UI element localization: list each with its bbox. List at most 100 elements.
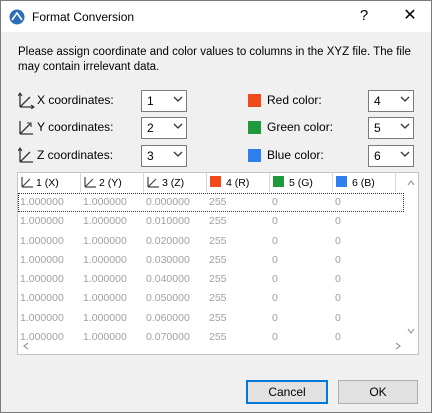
- green-color-label: Green color:: [267, 120, 334, 134]
- table-row[interactable]: 1.000000 1.000000 0.060000 255 0 0: [18, 309, 404, 328]
- horizontal-scrollbar[interactable]: [18, 339, 418, 354]
- table-cell: 1.000000: [20, 273, 64, 286]
- blue-color-label: Blue color:: [267, 148, 324, 162]
- y-coordinate-row: Y coordinates: 2: [18, 117, 188, 139]
- z-coordinate-value: 3: [147, 149, 154, 163]
- table-row[interactable]: 1.000000 1.000000 0.040000 255 0 0: [18, 270, 404, 289]
- x-coordinate-row: X coordinates: 1: [18, 90, 188, 112]
- blue-color-select[interactable]: 6: [368, 145, 414, 167]
- blue-swatch: [336, 176, 347, 187]
- column-header-x[interactable]: 1 (X): [18, 173, 81, 192]
- table-cell: 0: [335, 292, 341, 305]
- table-cell: 255: [209, 196, 227, 208]
- column-header-y[interactable]: 2 (Y): [81, 173, 144, 192]
- table-cell: 255: [209, 253, 227, 266]
- table-cell: 255: [209, 273, 227, 286]
- table-header: 1 (X) 2 (Y) 3 (Z) 4 (R) 5 (G) 6 (B): [18, 173, 406, 193]
- table-cell: 1.000000: [83, 234, 127, 247]
- chevron-down-icon: [400, 151, 410, 157]
- table-row[interactable]: 1.000000 1.000000 0.020000 255 0 0: [18, 232, 404, 251]
- z-coordinate-label: Z coordinates:: [37, 148, 114, 162]
- table-cell: 255: [209, 215, 227, 228]
- green-color-select[interactable]: 5: [368, 117, 414, 139]
- vertical-scrollbar[interactable]: [404, 173, 418, 339]
- table-row[interactable]: 1.000000 1.000000 0.010000 255 0 0: [18, 212, 404, 231]
- z-coordinate-select[interactable]: 3: [141, 145, 187, 167]
- table-cell: 1.000000: [20, 234, 64, 247]
- help-button[interactable]: ?: [351, 3, 377, 29]
- table-cell: 1.000000: [83, 253, 127, 266]
- axis-icon: [147, 177, 159, 188]
- chevron-left-icon[interactable]: [22, 342, 30, 350]
- cancel-button[interactable]: Cancel: [246, 380, 328, 404]
- column-header-label: 2 (Y): [99, 177, 122, 189]
- column-header-b[interactable]: 6 (B): [333, 173, 396, 192]
- table-cell: 0: [335, 215, 341, 228]
- table-body: 1.000000 1.000000 0.000000 255 0 0 1.000…: [18, 193, 404, 347]
- y-coordinate-label: Y coordinates:: [37, 120, 114, 134]
- table-cell: 1.000000: [83, 311, 127, 324]
- green-color-value: 5: [374, 121, 381, 135]
- blue-color-value: 6: [374, 149, 381, 163]
- ok-button[interactable]: OK: [338, 380, 418, 404]
- table-cell: 0.000000: [146, 196, 190, 208]
- column-header-label: 4 (R): [226, 177, 250, 189]
- column-header-z[interactable]: 3 (Z): [144, 173, 207, 192]
- blue-swatch: [248, 149, 261, 162]
- green-swatch: [273, 176, 284, 187]
- table-cell: 0: [272, 234, 278, 247]
- table-cell: 0: [335, 311, 341, 324]
- chevron-right-icon[interactable]: [394, 342, 402, 350]
- table-cell: 1.000000: [20, 253, 64, 266]
- table-cell: 0.050000: [146, 292, 190, 305]
- table-cell: 0: [335, 253, 341, 266]
- table-cell: 0.040000: [146, 273, 190, 286]
- red-color-label: Red color:: [267, 93, 322, 107]
- chevron-down-icon: [173, 123, 183, 129]
- app-icon: [9, 9, 25, 25]
- green-color-row: Green color: 5: [248, 117, 418, 139]
- table-cell: 0: [272, 311, 278, 324]
- axis-icon: [84, 177, 96, 188]
- column-header-g[interactable]: 5 (G): [270, 173, 333, 192]
- chevron-down-icon: [173, 151, 183, 157]
- y-coordinate-value: 2: [147, 121, 154, 135]
- data-preview-table[interactable]: 1 (X) 2 (Y) 3 (Z) 4 (R) 5 (G) 6 (B) 1.00…: [17, 172, 419, 355]
- axis-icon: [21, 177, 33, 188]
- table-cell: 0: [272, 253, 278, 266]
- z-coordinate-row: Z coordinates: 3: [18, 145, 188, 167]
- chevron-down-icon: [400, 96, 410, 102]
- table-row[interactable]: 1.000000 1.000000 0.000000 255 0 0: [18, 193, 404, 213]
- table-cell: 255: [209, 292, 227, 305]
- y-coordinate-select[interactable]: 2: [141, 117, 187, 139]
- table-cell: 0: [272, 273, 278, 286]
- column-header-r[interactable]: 4 (R): [207, 173, 270, 192]
- table-cell: 0: [335, 196, 341, 208]
- x-coordinate-value: 1: [147, 94, 154, 108]
- table-cell: 1.000000: [83, 273, 127, 286]
- column-header-label: 6 (B): [352, 177, 375, 189]
- table-cell: 1.000000: [20, 311, 64, 324]
- table-cell: 1.000000: [20, 292, 64, 305]
- axis-icon: [18, 92, 35, 109]
- chevron-down-icon[interactable]: [407, 327, 415, 335]
- table-cell: 0.020000: [146, 234, 190, 247]
- chevron-down-icon: [173, 96, 183, 102]
- instructions-text: Please assign coordinate and color value…: [18, 46, 411, 73]
- table-cell: 1.000000: [20, 196, 64, 208]
- x-coordinate-label: X coordinates:: [37, 93, 114, 107]
- table-row[interactable]: 1.000000 1.000000 0.030000 255 0 0: [18, 251, 404, 270]
- x-coordinate-select[interactable]: 1: [141, 90, 187, 112]
- blue-color-row: Blue color: 6: [248, 145, 418, 167]
- chevron-down-icon: [400, 123, 410, 129]
- red-color-select[interactable]: 4: [368, 90, 414, 112]
- axis-icon: [18, 147, 33, 163]
- chevron-up-icon[interactable]: [407, 179, 415, 187]
- close-button[interactable]: ✕: [395, 3, 425, 29]
- table-row[interactable]: 1.000000 1.000000 0.050000 255 0 0: [18, 289, 404, 308]
- table-cell: 0: [335, 234, 341, 247]
- format-conversion-dialog: Format Conversion ? ✕ Please assign coor…: [0, 0, 432, 413]
- table-cell: 0.030000: [146, 253, 190, 266]
- column-header-label: 5 (G): [289, 177, 313, 189]
- table-cell: 1.000000: [20, 215, 64, 228]
